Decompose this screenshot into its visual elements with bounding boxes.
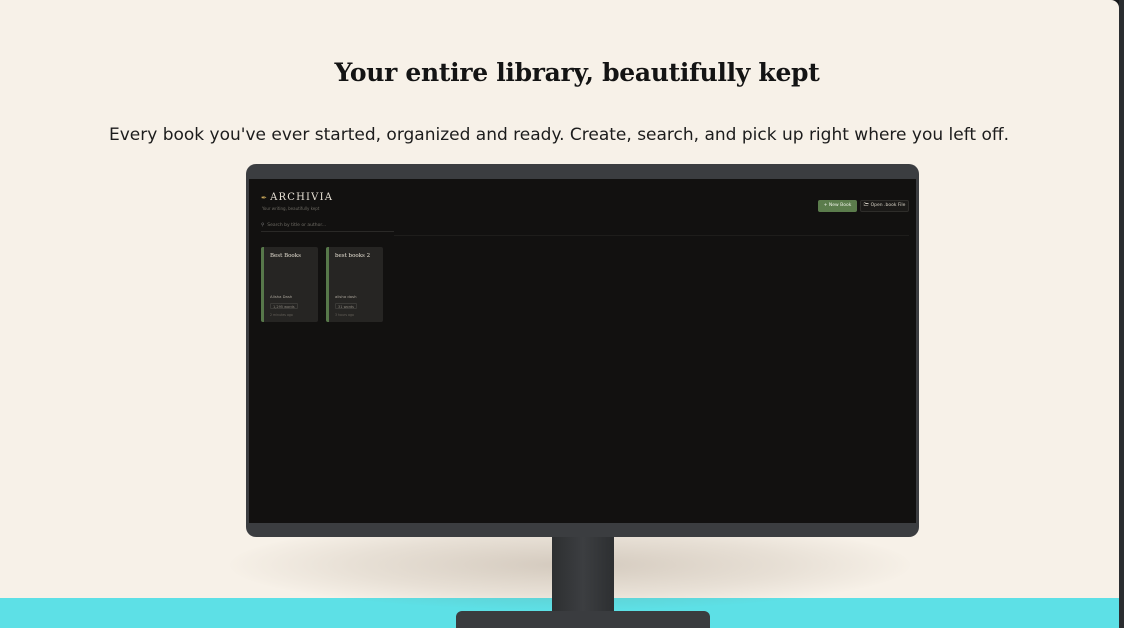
book-title: Best Books <box>270 253 301 259</box>
book-title: best books 2 <box>335 253 371 259</box>
app-brand-name: ARCHIVIA <box>270 192 334 203</box>
open-file-label: Open .book File <box>870 203 906 208</box>
hero-title: Your entire library, beautifully kept <box>334 58 820 87</box>
book-updated-time: 2 minutes ago <box>270 313 293 317</box>
search-icon: ⚲ <box>261 223 265 228</box>
landing-page: Your entire library, beautifully kept Ev… <box>0 0 1119 628</box>
monitor-stand-base <box>456 611 710 628</box>
search-placeholder: Search by title or author... <box>267 223 327 228</box>
word-count-badge: 1,295 words <box>270 303 298 309</box>
new-book-label: New Book <box>828 203 852 208</box>
book-author: Alisha Dash <box>270 294 293 299</box>
book-card[interactable]: Best Books Alisha Dash 1,295 words 2 min… <box>261 247 318 322</box>
search-input[interactable]: ⚲ Search by title or author... <box>261 220 394 232</box>
monitor-stand-neck <box>552 537 614 613</box>
folder-icon: 🗁 <box>863 203 870 208</box>
app-tagline: Your writing, beautifully kept <box>262 206 320 211</box>
book-author: alisha dash <box>335 294 357 299</box>
window-edge <box>1119 0 1124 628</box>
monitor-frame: ✒ ARCHIVIA Your writing, beautifully kept… <box>246 164 919 537</box>
plus-icon: + <box>823 203 828 208</box>
app-logo[interactable]: ✒ ARCHIVIA <box>261 192 333 203</box>
book-updated-time: 3 hours ago <box>335 313 354 317</box>
word-count-badge: 31 words <box>335 303 357 309</box>
hero-subtitle: Every book you've ever started, organize… <box>109 125 1009 145</box>
new-book-button[interactable]: + New Book <box>818 200 857 212</box>
toolbar-divider <box>394 235 909 236</box>
quill-icon: ✒ <box>261 194 269 202</box>
open-file-button[interactable]: 🗁 Open .book File <box>860 200 909 212</box>
book-card[interactable]: best books 2 alisha dash 31 words 3 hour… <box>326 247 383 322</box>
app-screen: ✒ ARCHIVIA Your writing, beautifully kept… <box>249 179 916 523</box>
